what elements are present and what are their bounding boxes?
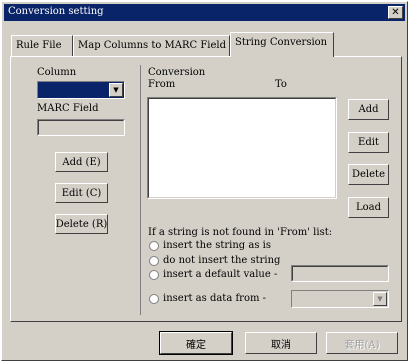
- radio-insert-default[interactable]: insert a default value -: [149, 269, 277, 280]
- ok-button[interactable]: 確定: [159, 331, 233, 355]
- marc-field-label: MARC Field: [37, 103, 99, 114]
- radio-insert-data-from[interactable]: insert as data from -: [149, 293, 266, 304]
- radio-insert-data-from-label: insert as data from -: [163, 293, 267, 304]
- tab-map-columns-label: Map Columns to MARC Field: [78, 40, 227, 51]
- window-title: Conversion setting: [8, 6, 104, 17]
- cancel-button[interactable]: 取消: [245, 332, 317, 354]
- tab-string-conversion[interactable]: String Conversion: [230, 32, 334, 57]
- radio-insert-default-label: insert a default value -: [163, 269, 278, 280]
- tab-string-conversion-label: String Conversion: [235, 37, 328, 48]
- tab-rule-file[interactable]: Rule File: [11, 35, 73, 56]
- radio-insert-as-is-circle[interactable]: [149, 240, 159, 251]
- column-add-button-label: Add (E): [62, 156, 101, 168]
- radio-insert-default-circle[interactable]: [149, 269, 159, 280]
- string-conversion-panel: Column ▼ MARC Field Add (E) Edit (C) Del…: [10, 56, 402, 322]
- conversion-delete-button[interactable]: Delete: [348, 164, 389, 185]
- marc-field-input[interactable]: [37, 119, 125, 136]
- to-column-header: To: [275, 79, 287, 90]
- conversion-setting-dialog: Conversion setting ✕ Rule File Map Colum…: [1, 1, 408, 361]
- apply-button-label: 套用(A): [344, 339, 380, 351]
- conversion-group-label: Conversion: [148, 67, 206, 78]
- not-found-prompt: If a string is not found in 'From' list:: [148, 227, 333, 238]
- conversion-add-button[interactable]: Add: [348, 99, 389, 120]
- column-dropdown[interactable]: ▼: [37, 81, 125, 99]
- title-bar: Conversion setting ✕: [4, 4, 405, 21]
- data-from-dropdown[interactable]: ▼: [291, 290, 389, 308]
- radio-insert-as-is-label: insert the string as is: [163, 240, 271, 251]
- column-edit-button-label: Edit (C): [61, 187, 102, 199]
- from-column-header: From: [148, 79, 176, 90]
- conversion-edit-button[interactable]: Edit: [348, 132, 389, 153]
- data-from-dropdown-arrow[interactable]: ▼: [373, 292, 387, 306]
- radio-insert-data-from-circle[interactable]: [149, 293, 159, 304]
- conversion-load-button-label: Load: [355, 202, 382, 213]
- column-edit-button[interactable]: Edit (C): [55, 183, 108, 203]
- close-button[interactable]: ✕: [388, 6, 403, 19]
- apply-button[interactable]: 套用(A): [326, 332, 398, 354]
- radio-insert-as-is[interactable]: insert the string as is: [149, 240, 271, 251]
- column-dropdown-arrow[interactable]: ▼: [109, 83, 123, 97]
- column-delete-button-label: Delete (R): [55, 218, 108, 230]
- conversion-load-button[interactable]: Load: [348, 197, 389, 218]
- column-add-button[interactable]: Add (E): [55, 152, 108, 172]
- conversion-edit-button-label: Edit: [358, 137, 379, 148]
- tab-map-columns[interactable]: Map Columns to MARC Field: [73, 35, 230, 56]
- column-delete-button[interactable]: Delete (R): [55, 214, 108, 234]
- radio-do-not-insert[interactable]: do not insert the string: [149, 255, 280, 266]
- conversion-delete-button-label: Delete: [352, 169, 385, 180]
- ok-button-label: 確定: [186, 339, 206, 351]
- tab-rule-file-label: Rule File: [16, 40, 62, 51]
- conversion-group-border: [140, 65, 141, 315]
- radio-do-not-insert-label: do not insert the string: [163, 255, 281, 266]
- chevron-down-icon: ▼: [113, 86, 119, 94]
- conversion-add-button-label: Add: [358, 104, 379, 115]
- chevron-down-icon: ▼: [377, 295, 383, 303]
- radio-do-not-insert-circle[interactable]: [149, 255, 159, 266]
- default-value-input[interactable]: [291, 265, 389, 282]
- column-label: Column: [37, 67, 77, 78]
- conversion-list[interactable]: [147, 97, 337, 199]
- close-icon: ✕: [391, 7, 400, 18]
- cancel-button-label: 取消: [271, 339, 291, 351]
